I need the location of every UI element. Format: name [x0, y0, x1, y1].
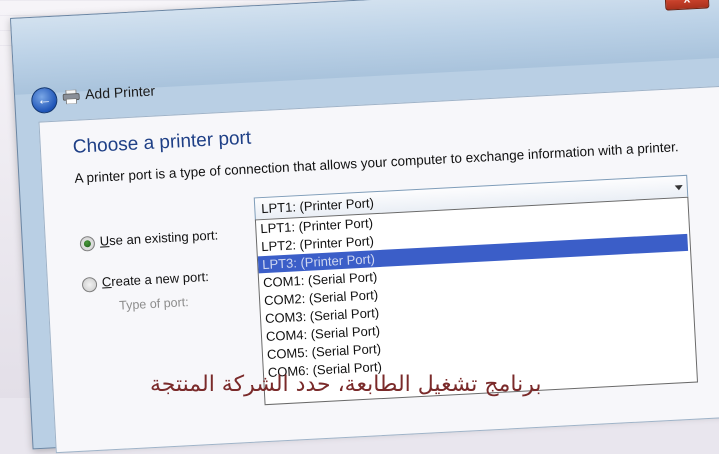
close-icon: x [683, 0, 690, 6]
book-arabic-text: برنامج تشغيل الطابعة، حدد الشركة المنتجة [150, 372, 542, 397]
create-new-port-label[interactable]: Create a new port: [102, 269, 210, 290]
dropdown-arrow-icon[interactable] [674, 185, 683, 191]
back-button[interactable]: ← [30, 86, 59, 114]
type-of-port-label: Type of port: [118, 295, 189, 313]
back-arrow-icon: ← [36, 90, 53, 109]
use-existing-port-label[interactable]: Use an existing port: [99, 227, 218, 248]
window-title: Add Printer [84, 82, 156, 103]
existing-port-select-value: LPT1: (Printer Port) [260, 195, 375, 217]
window-chrome [11, 0, 719, 95]
existing-label-text: se an existing port: [108, 227, 219, 249]
create-new-port-radio[interactable] [81, 276, 98, 293]
create-label-text: reate a new port: [110, 268, 210, 290]
page-heading: Choose a printer port [72, 127, 252, 158]
use-existing-port-radio[interactable] [79, 235, 96, 252]
printer-icon [62, 89, 80, 105]
